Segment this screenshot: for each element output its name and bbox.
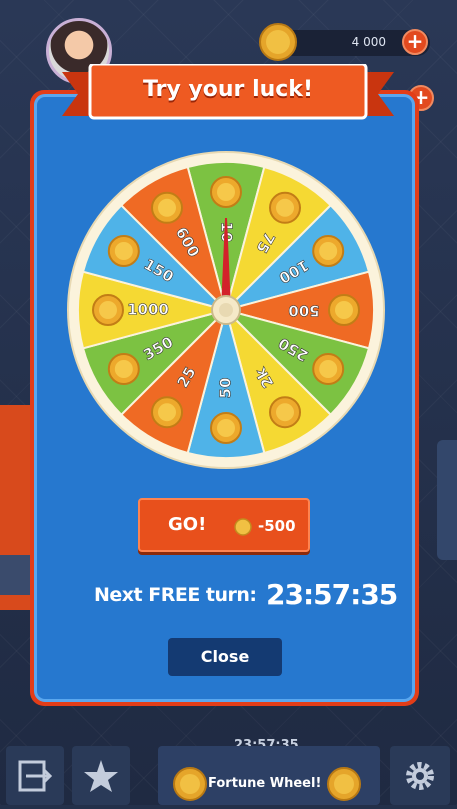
spin-go-button[interactable]: GO! -500 xyxy=(138,498,310,552)
spin-cost: -500 xyxy=(258,517,296,535)
favorites-button[interactable] xyxy=(72,746,130,805)
coin-icon xyxy=(234,518,252,536)
side-card-left xyxy=(0,405,30,610)
go-label: GO! xyxy=(168,514,207,535)
settings-button[interactable] xyxy=(390,746,450,805)
title-ribbon: Try your luck! xyxy=(62,64,394,122)
fortune-wheel-label: Fortune Wheel! xyxy=(208,776,322,791)
next-free-label: Next FREE turn: xyxy=(94,584,257,606)
add-coins-button[interactable]: + xyxy=(402,29,428,55)
close-button[interactable]: Close xyxy=(168,638,282,676)
wheel-segment-label: 500 xyxy=(288,302,319,320)
gear-icon xyxy=(406,762,434,790)
wheel-segment-label: 1000 xyxy=(127,301,169,319)
logout-icon xyxy=(18,760,53,792)
dialog-title: Try your luck! xyxy=(143,77,313,102)
coin-icon xyxy=(173,767,207,801)
next-free-timer: 23:57:35 xyxy=(266,578,398,611)
side-card-right xyxy=(437,440,457,560)
logout-button[interactable] xyxy=(6,746,64,805)
bottom-bar: 23:57:35 Fortune Wheel! xyxy=(0,738,457,805)
star-icon xyxy=(84,760,118,792)
coin-icon xyxy=(259,23,297,61)
fortune-wheel-button[interactable]: Fortune Wheel! xyxy=(158,746,380,805)
coin-icon xyxy=(327,767,361,801)
coin-amount: 4 000 xyxy=(351,35,386,49)
wheel-segment-label: 50 xyxy=(217,378,235,399)
fortune-wheel: 10751005002502k50253501000150600 xyxy=(67,151,385,469)
